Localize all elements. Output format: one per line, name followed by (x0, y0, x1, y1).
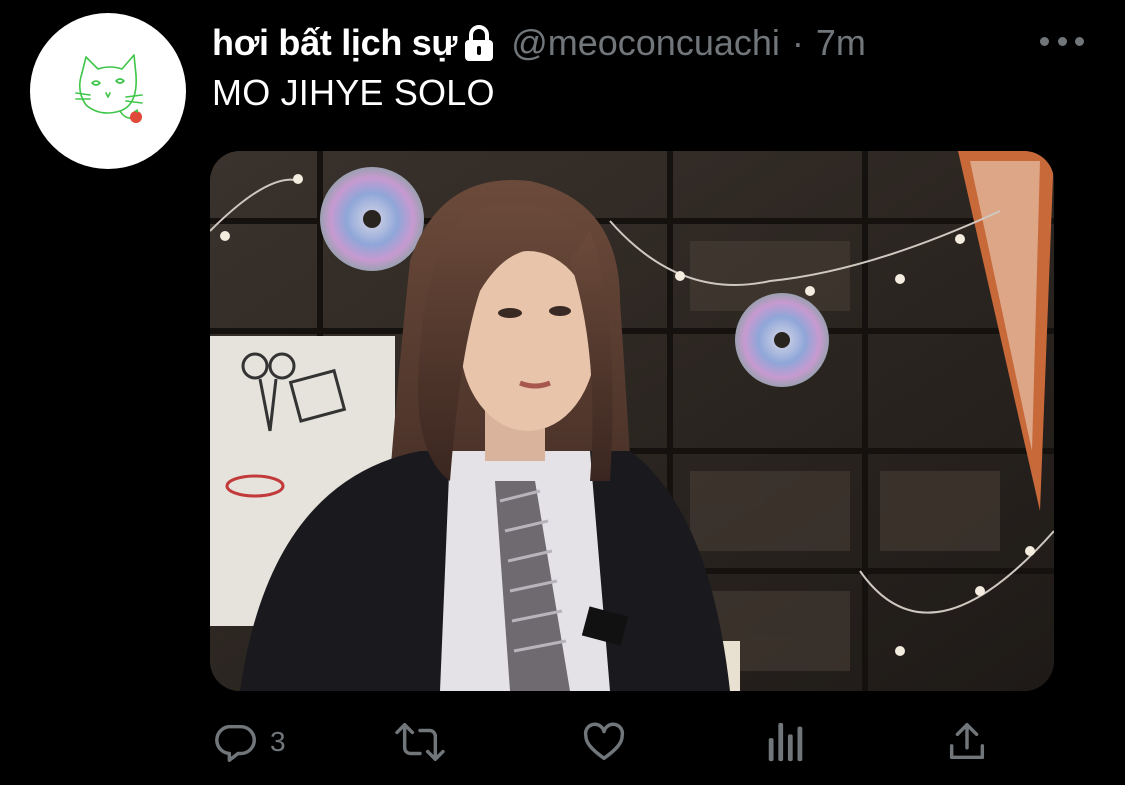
avatar[interactable] (30, 13, 186, 169)
photo-illustration (210, 151, 1054, 691)
more-dot-icon (1057, 36, 1067, 46)
tweet-action-bar: 3 (0, 712, 1125, 772)
more-dot-icon (1040, 36, 1049, 46)
reply-button[interactable]: 3 (214, 712, 286, 772)
like-icon (583, 722, 625, 761)
cat-doodle-icon (75, 54, 143, 123)
more-dot-icon (1075, 36, 1084, 46)
analytics-icon (768, 722, 803, 762)
tweet[interactable]: hơi bất lịch sự @meoconcuachi · 7m MO JI… (0, 0, 1125, 785)
share-icon (949, 723, 985, 760)
separator-dot: · (791, 22, 804, 63)
more-options-button[interactable] (1040, 28, 1084, 54)
tweet-header: hơi bất lịch sự @meoconcuachi · 7m (212, 20, 866, 66)
lock-icon (461, 23, 497, 63)
reply-icon (215, 724, 256, 762)
like-button[interactable] (580, 712, 638, 772)
user-handle[interactable]: @meoconcuachi (511, 22, 780, 64)
reply-count: 3 (270, 726, 286, 757)
timestamp[interactable]: 7m (816, 22, 866, 64)
tweet-text: MO JIHYE SOLO (212, 72, 495, 113)
tweet-media-photo[interactable] (210, 151, 1054, 691)
retweet-button[interactable] (393, 712, 457, 772)
display-name[interactable]: hơi bất lịch sự (212, 22, 458, 64)
share-button[interactable] (944, 712, 990, 772)
analytics-button[interactable] (766, 712, 806, 772)
retweet-icon (395, 723, 445, 761)
